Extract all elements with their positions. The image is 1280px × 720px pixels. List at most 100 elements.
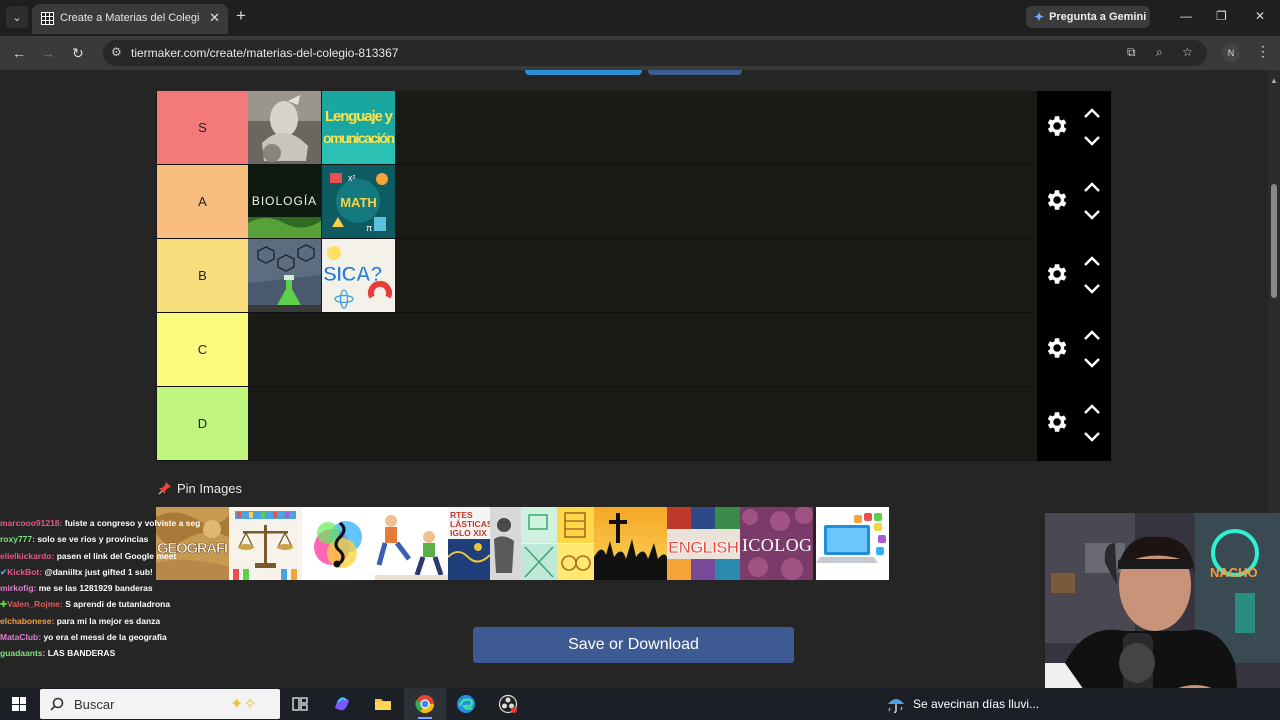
zoom-icon[interactable]: ⌕: [1156, 45, 1163, 60]
chat-text: S aprendi de tutanladrona: [62, 599, 171, 610]
browser-toolbar: ← → ↻ ⚙ tiermaker.com/create/materias-de…: [0, 36, 1280, 70]
gear-icon[interactable]: [1043, 187, 1069, 213]
bookmark-star-icon[interactable]: ☆: [1182, 45, 1193, 59]
move-up-chevron-icon[interactable]: [1083, 403, 1101, 415]
gemini-sparkle-icon: ✦: [1034, 10, 1045, 24]
move-up-chevron-icon[interactable]: [1083, 181, 1101, 193]
forward-arrow-icon[interactable]: →: [41, 45, 55, 61]
tab-close-icon[interactable]: ✕: [209, 10, 220, 26]
pin-images-label[interactable]: Pin Images: [177, 481, 242, 496]
search-highlight-icon: ✦✧: [230, 696, 257, 713]
chat-text: me se las 1281929 banderas: [36, 583, 153, 594]
chat-message: roxy777: solo se ve rios y provincias: [0, 531, 200, 547]
gear-icon[interactable]: [1043, 113, 1069, 139]
move-down-chevron-icon[interactable]: [1083, 431, 1101, 443]
tier-controls-b: [1037, 239, 1111, 313]
chrome-taskbar-button[interactable]: [404, 688, 446, 720]
tab-title: Create a Materias del Colegio. T: [60, 12, 200, 24]
pool-image-informatica[interactable]: [816, 507, 889, 580]
restore-icon[interactable]: ❐: [1216, 9, 1227, 23]
tier-controls-d: [1037, 387, 1111, 461]
address-bar[interactable]: ⚙ tiermaker.com/create/materias-del-cole…: [103, 40, 1207, 66]
gear-icon[interactable]: [1043, 261, 1069, 287]
tier-row-c: C: [156, 313, 1111, 387]
partial-top-button-1[interactable]: [525, 70, 642, 75]
edge-icon[interactable]: [456, 694, 476, 714]
move-down-chevron-icon[interactable]: [1083, 135, 1101, 147]
tier-image-math-text: MATH: [340, 195, 377, 210]
profile-avatar[interactable]: N: [1222, 44, 1240, 62]
active-tab[interactable]: Create a Materias del Colegio. T ✕: [32, 4, 228, 34]
move-up-chevron-icon[interactable]: [1083, 329, 1101, 341]
tier-row-a: A BIOLOGÍA MATH x² π: [156, 165, 1111, 239]
move-up-chevron-icon[interactable]: [1083, 107, 1101, 119]
move-down-chevron-icon[interactable]: [1083, 209, 1101, 221]
reload-icon[interactable]: ↻: [72, 45, 84, 62]
tier-label-b[interactable]: B: [157, 239, 248, 312]
chat-message: marcooo91218: fuiste a congreso y volvis…: [0, 515, 200, 531]
tier-label-c[interactable]: C: [157, 313, 248, 386]
tier-items-s[interactable]: Lenguaje y omunicación: [248, 91, 1037, 164]
tier-image-sculpture[interactable]: [248, 91, 321, 164]
gear-icon[interactable]: [1043, 409, 1069, 435]
close-window-icon[interactable]: ✕: [1255, 9, 1265, 23]
minimize-icon[interactable]: —: [1180, 9, 1192, 23]
tier-items-d[interactable]: [248, 387, 1037, 460]
pool-image-english[interactable]: ENGLISH: [667, 507, 740, 580]
tier-items-a[interactable]: BIOLOGÍA MATH x² π: [248, 165, 1037, 238]
tier-label-a[interactable]: A: [157, 165, 248, 238]
pool-image-religion[interactable]: [594, 507, 667, 580]
url-text[interactable]: tiermaker.com/create/materias-del-colegi…: [131, 46, 398, 60]
tier-row-d: D: [156, 387, 1111, 461]
chat-message: elielkickardo: pasen el link del Google …: [0, 548, 200, 564]
tier-controls-s: [1037, 91, 1111, 165]
pool-image-music[interactable]: [302, 507, 375, 580]
chat-message: guadaants: LAS BANDERAS: [0, 645, 200, 661]
tier-label-s[interactable]: S: [157, 91, 248, 164]
tier-image-biologia[interactable]: BIOLOGÍA: [248, 165, 321, 238]
tier-label-d[interactable]: D: [157, 387, 248, 460]
browser-menu-icon[interactable]: ⋮: [1256, 43, 1270, 60]
taskbar-search-box[interactable]: Buscar ✦✧: [40, 689, 280, 719]
chat-username: MataClub:: [0, 632, 42, 643]
pool-image-gym[interactable]: [375, 507, 448, 580]
translate-icon[interactable]: ⧉: [1127, 45, 1136, 60]
scroll-up-arrow-icon[interactable]: ▲: [1270, 76, 1278, 85]
pushpin-icon[interactable]: [158, 481, 172, 495]
tier-items-b[interactable]: SICA?: [248, 239, 1037, 312]
windows-start-icon[interactable]: [12, 697, 26, 711]
tier-image-math[interactable]: MATH x² π: [322, 165, 395, 238]
pool-image-justice-scale[interactable]: [229, 507, 302, 580]
save-or-download-button[interactable]: Save or Download: [473, 627, 794, 663]
task-view-icon[interactable]: [290, 694, 310, 714]
scrollbar-thumb[interactable]: [1271, 184, 1277, 298]
file-explorer-icon[interactable]: [373, 694, 393, 714]
partial-top-button-2[interactable]: [648, 70, 742, 75]
weather-rain-icon[interactable]: [886, 694, 906, 714]
browser-tab-bar: ⌄ Create a Materias del Colegio. T ✕ + ✦…: [0, 0, 1280, 34]
search-placeholder: Buscar: [74, 697, 115, 712]
site-info-icon[interactable]: ⚙: [111, 45, 122, 59]
pool-image-artes-plasticas[interactable]: RTES LÁSTICAS IGLO XIX: [448, 507, 521, 580]
pool-image-technology-drawing[interactable]: [521, 507, 594, 580]
tier-image-quimica[interactable]: [248, 239, 321, 312]
gear-icon[interactable]: [1043, 335, 1069, 361]
gemini-label: Pregunta a Gemini: [1049, 11, 1147, 23]
ask-gemini-button[interactable]: ✦ Pregunta a Gemini: [1026, 6, 1150, 28]
tier-items-c[interactable]: [248, 313, 1037, 386]
new-tab-plus-icon[interactable]: +: [236, 6, 246, 26]
tier-image-lenguaje[interactable]: Lenguaje y omunicación: [322, 91, 395, 164]
chat-message: ✚Valen_Rojme: S aprendi de tutanladrona: [0, 596, 200, 612]
copilot-icon[interactable]: [332, 694, 352, 714]
stream-chat-overlay: marcooo91218: fuiste a congreso y volvis…: [0, 515, 200, 705]
tier-image-fisica[interactable]: SICA?: [322, 239, 395, 312]
move-down-chevron-icon[interactable]: [1083, 283, 1101, 295]
back-arrow-icon[interactable]: ←: [12, 45, 26, 61]
move-up-chevron-icon[interactable]: [1083, 255, 1101, 267]
tier-controls-c: [1037, 313, 1111, 387]
weather-text[interactable]: Se avecinan días lluvi...: [913, 697, 1039, 711]
move-down-chevron-icon[interactable]: [1083, 357, 1101, 369]
obs-recording-icon[interactable]: [498, 694, 518, 714]
tab-list-button[interactable]: ⌄: [6, 6, 28, 28]
pool-image-psicologia[interactable]: ICOLOG: [740, 507, 813, 580]
